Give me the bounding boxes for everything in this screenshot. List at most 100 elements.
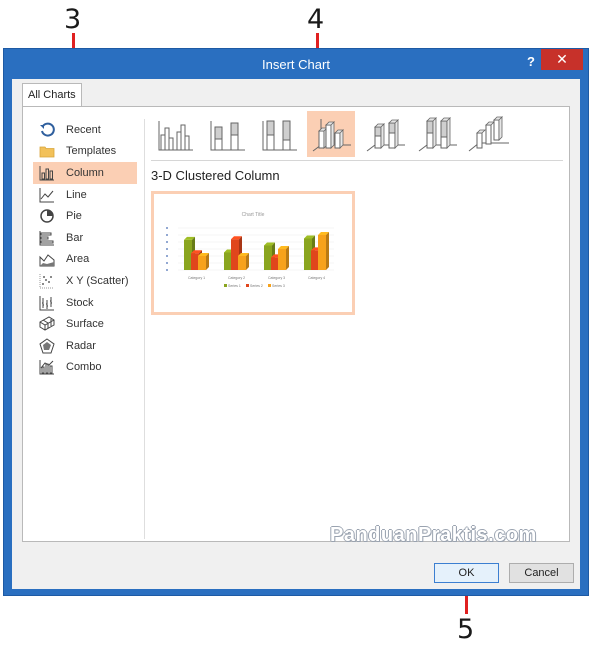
chart-type-templates[interactable]: Templates [33, 141, 137, 163]
chart-type-label: X Y (Scatter) [66, 274, 129, 287]
dialog-titlebar[interactable]: Insert Chart ? ✕ [4, 49, 588, 79]
chart-type-surface[interactable]: Surface [33, 313, 137, 335]
preview-chart-plot: Category 1 Category 2 Category 3 Category 4… [166, 227, 334, 288]
callout-step-4: 4 [307, 4, 325, 35]
dialog-client-area: All Charts Recent Templates Column Line … [12, 79, 580, 589]
chart-type-column[interactable]: Column [33, 162, 137, 184]
dialog-title: Insert Chart [262, 57, 330, 72]
chart-type-area[interactable]: Area [33, 249, 137, 271]
subtype-3d-column[interactable] [465, 111, 513, 157]
preview-legend-swatch [224, 284, 227, 287]
chart-type-line[interactable]: Line [33, 184, 137, 206]
preview-bar [231, 239, 239, 270]
preview-bar-side [326, 232, 329, 270]
ok-button[interactable]: OK [434, 563, 499, 583]
cancel-button[interactable]: Cancel [509, 563, 574, 583]
chart-type-list: Recent Templates Column Line Pie Bar Are… [33, 119, 137, 378]
chart-type-radar[interactable]: Radar [33, 335, 137, 357]
column-chart-icon [39, 165, 54, 181]
insert-chart-dialog: Insert Chart ? ✕ All Charts Recent Templ… [3, 48, 589, 596]
chart-type-label: Area [66, 253, 90, 266]
folder-icon [39, 146, 55, 158]
combo-chart-icon [39, 360, 54, 375]
all-charts-panel: Recent Templates Column Line Pie Bar Are… [22, 106, 570, 542]
preview-legend-label: Series 2 [250, 284, 263, 288]
chart-type-pie[interactable]: Pie [33, 205, 137, 227]
chart-type-combo[interactable]: Combo [33, 357, 137, 379]
preview-bar [198, 256, 206, 270]
subtype-3d-100-stacked-column[interactable] [413, 111, 461, 157]
preview-bar-side [246, 253, 249, 270]
preview-bar [278, 249, 286, 270]
chart-preview[interactable]: Chart Title Category 1 Category 2 Category… [151, 191, 355, 315]
preview-y-tick [166, 262, 168, 264]
tab-all-charts[interactable]: All Charts [22, 83, 82, 107]
chart-type-label: Recent [66, 123, 101, 136]
preview-bar [264, 245, 272, 270]
recent-icon [40, 122, 55, 137]
3d-column-icon [468, 116, 509, 152]
3d-clustered-column-icon [312, 119, 351, 152]
preview-category-label: Category 1 [188, 276, 205, 280]
preview-category-label: Category 4 [308, 276, 325, 280]
callout-step-3: 3 [64, 4, 82, 35]
chart-type-bar[interactable]: Bar [33, 227, 137, 249]
chart-type-label: Bar [66, 231, 84, 244]
preview-legend-swatch [268, 284, 271, 287]
stacked-column-icon [210, 121, 245, 151]
subtypes-divider [151, 160, 563, 161]
preview-bar [304, 238, 312, 270]
chart-type-label: Stock [66, 296, 94, 309]
preview-y-tick [166, 248, 168, 250]
radar-chart-icon [39, 338, 55, 354]
preview-legend-label: Series 1 [228, 284, 241, 288]
chart-type-scatter[interactable]: X Y (Scatter) [33, 270, 137, 292]
100-stacked-column-icon [262, 120, 297, 151]
preview-bar [224, 252, 232, 270]
subtype-3d-stacked-column[interactable] [361, 111, 409, 157]
close-button[interactable]: ✕ [541, 49, 583, 70]
chart-type-label: Templates [66, 145, 117, 158]
preview-category-label: Category 3 [268, 276, 285, 280]
column-subtypes [151, 111, 571, 159]
subtype-clustered-column[interactable] [151, 111, 199, 157]
list-divider [144, 119, 145, 539]
preview-y-tick [166, 255, 168, 257]
subtype-3d-clustered-column[interactable] [307, 111, 355, 157]
surface-chart-icon [39, 316, 55, 331]
preview-bar [311, 250, 319, 270]
stock-chart-icon [39, 295, 54, 311]
subtype-stacked-column[interactable] [203, 111, 251, 157]
preview-y-tick [166, 234, 168, 236]
chart-type-label: Combo [66, 361, 102, 374]
watermark-text: PanduanPraktis.com [330, 524, 537, 546]
area-chart-icon [39, 254, 55, 267]
preview-legend-swatch [246, 284, 249, 287]
callout-step-5: 5 [457, 614, 475, 645]
preview-bar [238, 256, 246, 270]
pie-chart-icon [40, 209, 54, 223]
help-button[interactable]: ? [522, 53, 540, 71]
selected-subtype-title: 3-D Clustered Column [151, 168, 280, 183]
chart-type-label: Column [66, 166, 104, 179]
subtype-100-stacked-column[interactable] [255, 111, 303, 157]
3d-100-stacked-column-icon [418, 117, 457, 152]
preview-y-tick [166, 227, 168, 229]
chart-type-label: Pie [66, 210, 82, 223]
chart-type-label: Line [66, 188, 87, 201]
chart-type-stock[interactable]: Stock [33, 292, 137, 314]
preview-bar-side [206, 253, 209, 270]
preview-bar [271, 257, 279, 270]
preview-category-label: Category 2 [228, 276, 245, 280]
bar-chart-icon [39, 230, 54, 246]
chart-type-label: Surface [66, 318, 104, 331]
chart-type-recent[interactable]: Recent [33, 119, 137, 141]
preview-bar [184, 239, 192, 270]
3d-stacked-column-icon [366, 119, 405, 152]
line-chart-icon [39, 187, 54, 203]
preview-bar [191, 253, 199, 270]
preview-legend-label: Series 3 [272, 284, 285, 288]
preview-bar-side [286, 246, 289, 270]
preview-y-tick [166, 269, 168, 271]
chart-type-label: Radar [66, 339, 96, 352]
